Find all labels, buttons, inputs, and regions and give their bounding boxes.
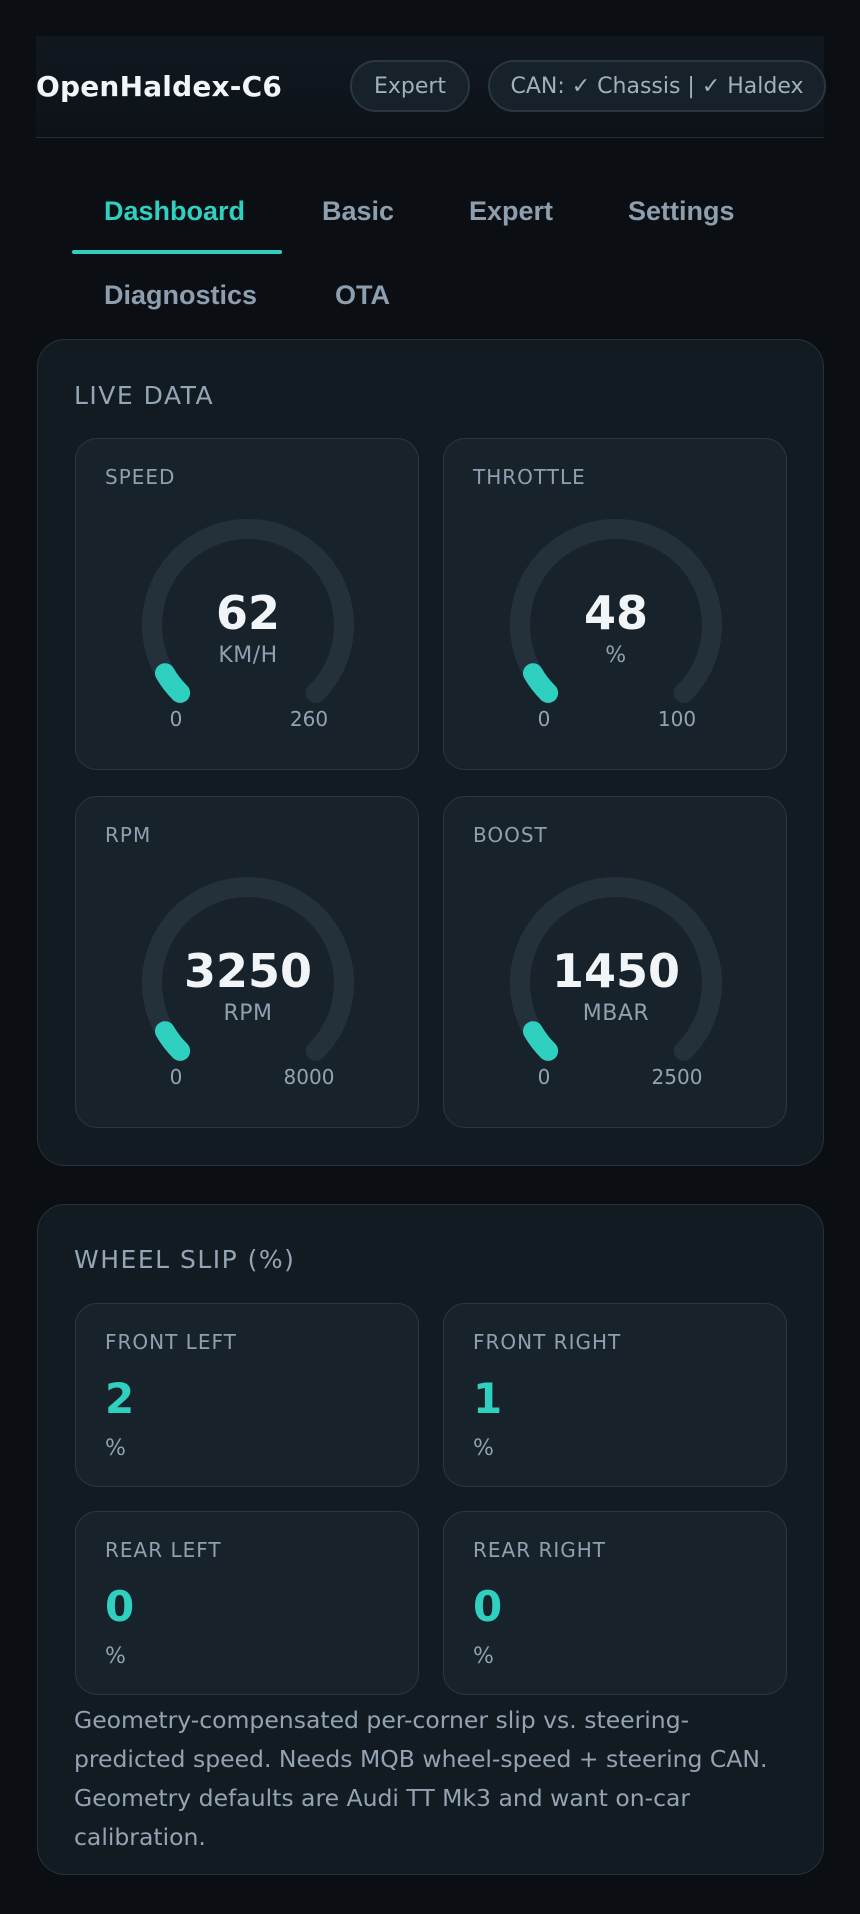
tab-diagnostics[interactable]: Diagnostics — [104, 280, 257, 311]
slip-unit: % — [473, 1436, 494, 1461]
gauge-value: 48 — [583, 586, 648, 640]
boost-gauge: BOOST 1450 MBAR 0 2500 — [443, 796, 787, 1128]
gauge-unit: RPM — [223, 1001, 273, 1026]
gauge-fill — [522, 1021, 559, 1061]
slip-label: FRONT LEFT — [105, 1330, 237, 1354]
slip-unit: % — [105, 1644, 126, 1669]
gauge-value: 3250 — [183, 944, 313, 998]
tab-basic[interactable]: Basic — [322, 196, 394, 227]
active-tab-indicator — [72, 250, 282, 254]
gauge-min: 0 — [169, 707, 183, 731]
slip-label: FRONT RIGHT — [473, 1330, 622, 1354]
wheel-slip-card: WHEEL SLIP (%) FRONT LEFT 2 % FRONT RIGH… — [37, 1204, 824, 1875]
slip-value: 2 — [105, 1374, 135, 1423]
tab-settings[interactable]: Settings — [628, 196, 735, 227]
gauge-max: 8000 — [283, 1065, 335, 1089]
gauge-fill — [154, 1021, 191, 1061]
gauge-min: 0 — [169, 1065, 183, 1089]
slip-label: REAR LEFT — [105, 1538, 222, 1562]
throttle-gauge: THROTTLE 48 % 0 100 — [443, 438, 787, 770]
slip-unit: % — [105, 1436, 126, 1461]
gauge-min: 0 — [537, 1065, 551, 1089]
gauge-max: 100 — [657, 707, 697, 731]
gauge-max: 2500 — [651, 1065, 703, 1089]
slip-rear-left: REAR LEFT 0 % — [75, 1511, 419, 1695]
gauge-unit: KM/H — [218, 643, 278, 668]
can-status-badge: CAN: ✓ Chassis | ✓ Haldex — [488, 60, 826, 112]
speed-gauge: SPEED 62 KM/H 0 260 — [75, 438, 419, 770]
app-header: OpenHaldex-C6 Expert CAN: ✓ Chassis | ✓ … — [36, 36, 826, 138]
gauge-value: 1450 — [551, 944, 681, 998]
gauge-max: 260 — [289, 707, 329, 731]
gauge-fill — [522, 663, 559, 703]
gauge-unit: % — [605, 643, 627, 668]
gauge-min: 0 — [537, 707, 551, 731]
slip-unit: % — [473, 1644, 494, 1669]
page: OpenHaldex-C6 Expert CAN: ✓ Chassis | ✓ … — [0, 0, 860, 1914]
wheel-slip-title: WHEEL SLIP (%) — [74, 1245, 296, 1274]
slip-front-right: FRONT RIGHT 1 % — [443, 1303, 787, 1487]
app-title: OpenHaldex-C6 — [36, 70, 283, 103]
live-data-card: LIVE DATA SPEED 62 KM/H 0 260 THROTTLE 4… — [37, 339, 824, 1166]
slip-label: REAR RIGHT — [473, 1538, 607, 1562]
slip-value: 0 — [473, 1582, 503, 1631]
tab-expert[interactable]: Expert — [469, 196, 553, 227]
mode-badge[interactable]: Expert — [350, 60, 470, 112]
live-data-title: LIVE DATA — [74, 381, 215, 410]
slip-front-left: FRONT LEFT 2 % — [75, 1303, 419, 1487]
gauge-fill — [154, 663, 191, 703]
slip-value: 0 — [105, 1582, 135, 1631]
tab-dashboard[interactable]: Dashboard — [104, 196, 245, 227]
slip-value: 1 — [473, 1374, 503, 1423]
tab-ota[interactable]: OTA — [335, 280, 390, 311]
slip-rear-right: REAR RIGHT 0 % — [443, 1511, 787, 1695]
rpm-gauge: RPM 3250 RPM 0 8000 — [75, 796, 419, 1128]
wheel-slip-note: Geometry-compensated per-corner slip vs.… — [74, 1706, 768, 1851]
gauge-unit: MBAR — [582, 1001, 650, 1026]
gauge-value: 62 — [215, 586, 280, 640]
